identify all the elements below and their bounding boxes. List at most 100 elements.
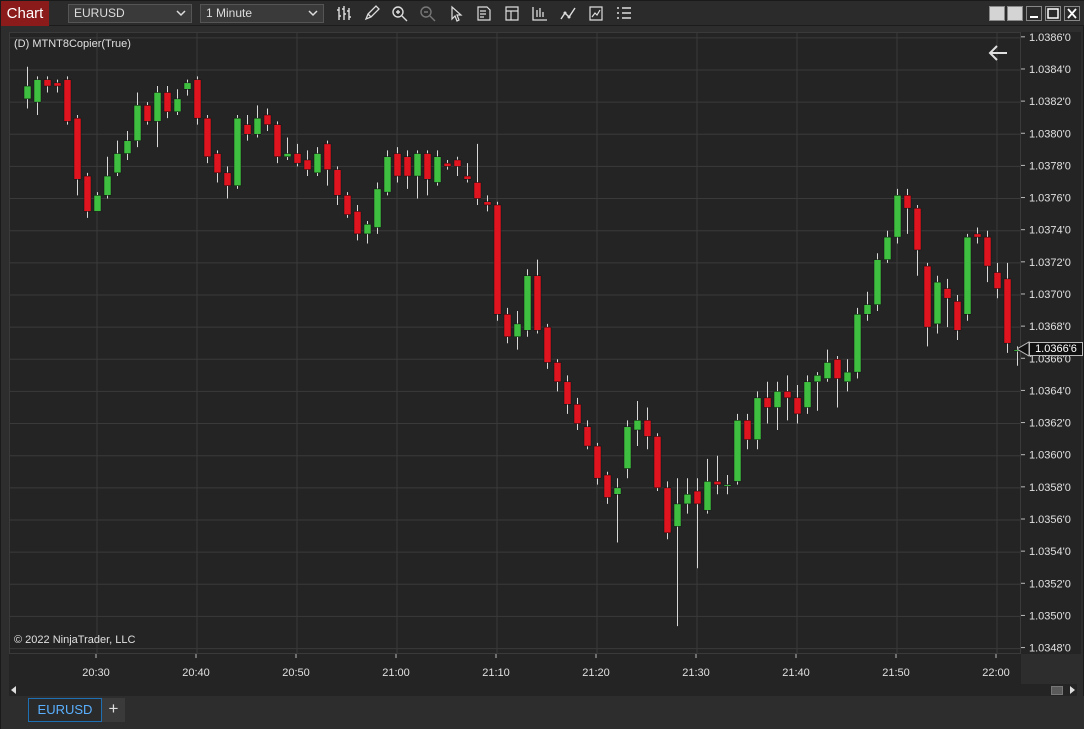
chart-title: Chart [1, 1, 49, 26]
candle-body-down [83, 175, 92, 212]
horizontal-scrollbar[interactable] [9, 684, 1077, 696]
candle [973, 227, 982, 244]
candle-body-up [153, 92, 162, 122]
candle [953, 294, 962, 340]
candle [713, 455, 722, 495]
candle-body-down [943, 288, 952, 299]
candle [63, 76, 72, 125]
price-tick-label: 1.0360'0 [1029, 450, 1071, 462]
bars-type-icon[interactable] [334, 4, 354, 23]
candle [623, 420, 632, 479]
copyright-text: © 2022 NinjaTrader, LLC [14, 634, 136, 646]
candle [503, 307, 512, 344]
candle-body-down [563, 381, 572, 405]
candle-body-down [763, 397, 772, 408]
chevron-down-icon [176, 10, 186, 17]
restore-icon[interactable] [1007, 6, 1023, 21]
candle [423, 150, 432, 196]
pointer-icon[interactable] [446, 4, 466, 23]
indicator-label: (D) MTNT8Copier(True) [14, 38, 131, 50]
candle-body-down [1003, 278, 1012, 344]
candle-body-down [353, 211, 362, 235]
restore-icon[interactable] [989, 6, 1005, 21]
candle-body-down [243, 124, 252, 135]
scroll-left-icon[interactable] [9, 684, 19, 696]
candle-body-up [933, 281, 942, 325]
candle-body-down [543, 326, 552, 363]
candle-body-down [293, 153, 302, 164]
candle-body-down [743, 420, 752, 440]
candle [683, 478, 692, 514]
scroll-right-icon[interactable] [1067, 684, 1077, 696]
candle [143, 102, 152, 125]
candle [983, 230, 992, 283]
instrument-selector[interactable]: EURUSD [68, 4, 192, 23]
add-tab-button[interactable]: + [102, 698, 125, 722]
candle-body-down [603, 474, 612, 498]
candle-body-down [643, 420, 652, 437]
candle-body-down [163, 92, 172, 113]
candle [1003, 262, 1012, 353]
candle [243, 114, 252, 141]
interval-selector[interactable]: 1 Minute [200, 4, 324, 23]
time-axis[interactable]: 20:30 20:40 20:50 21:00 21:10 21:20 21:30 21:40… [9, 654, 1021, 684]
candle-body-up [313, 153, 322, 174]
candle-body-down [693, 490, 702, 505]
candle-body-down [403, 156, 412, 177]
candle [963, 233, 972, 321]
chart-properties-icon[interactable] [502, 4, 522, 23]
candle-body-up [673, 503, 682, 527]
price-chart-panel[interactable] [9, 32, 1022, 655]
candle-body-down [263, 114, 272, 125]
maximize-icon[interactable] [1045, 6, 1061, 21]
price-tick-label: 1.0386'0 [1029, 32, 1071, 44]
candle-body-up [363, 224, 372, 235]
candle-body-down [573, 404, 582, 424]
scroll-thumb[interactable] [1051, 686, 1063, 695]
zoom-out-icon[interactable] [418, 4, 438, 23]
candle-body-down [463, 175, 472, 180]
candle-body-down [993, 272, 1002, 289]
indicators-icon[interactable] [558, 4, 578, 23]
minimize-icon[interactable] [1026, 6, 1042, 21]
zoom-in-icon[interactable] [390, 4, 410, 23]
candle [373, 182, 382, 234]
candle-body-down [663, 487, 672, 534]
time-tick-label: 20:50 [282, 667, 310, 679]
close-icon[interactable] [1064, 6, 1080, 21]
candle [543, 323, 552, 369]
candle [193, 76, 202, 125]
candlestick-plot[interactable] [10, 33, 1022, 655]
candle-body-down [503, 314, 512, 338]
candle-body-up [183, 82, 192, 90]
candle [633, 401, 642, 447]
templates-icon[interactable] [586, 4, 606, 23]
back-arrow-icon[interactable] [986, 43, 1010, 63]
pencil-draw-icon[interactable] [362, 4, 382, 23]
candle [343, 192, 352, 218]
candle [533, 259, 542, 334]
data-box-icon[interactable] [474, 4, 494, 23]
candle-body-down [453, 159, 462, 167]
candle [403, 150, 412, 189]
list-menu-icon[interactable] [614, 4, 634, 23]
last-price-value: 1.0366'6 [1029, 342, 1083, 356]
tab-eurusd[interactable]: EURUSD [28, 698, 102, 722]
candle [733, 413, 742, 485]
candle [763, 381, 772, 424]
candle-body-down [913, 207, 922, 251]
candle [693, 478, 702, 569]
candle-body-up [113, 153, 122, 174]
candle-body-down [333, 169, 342, 196]
candle [43, 76, 52, 93]
candle-body-down [973, 233, 982, 238]
candle-body-up [683, 494, 692, 505]
candle [233, 114, 242, 189]
strategies-icon[interactable] [530, 4, 550, 23]
price-tick-label: 1.0352'0 [1029, 578, 1071, 590]
candle-body-up [173, 98, 182, 113]
candle [913, 204, 922, 276]
candle-body-up [93, 195, 102, 212]
chart-window: Chart EURUSD 1 Minute (D) MTNT8Copier(Tr… [0, 0, 1084, 729]
candle [153, 86, 162, 148]
